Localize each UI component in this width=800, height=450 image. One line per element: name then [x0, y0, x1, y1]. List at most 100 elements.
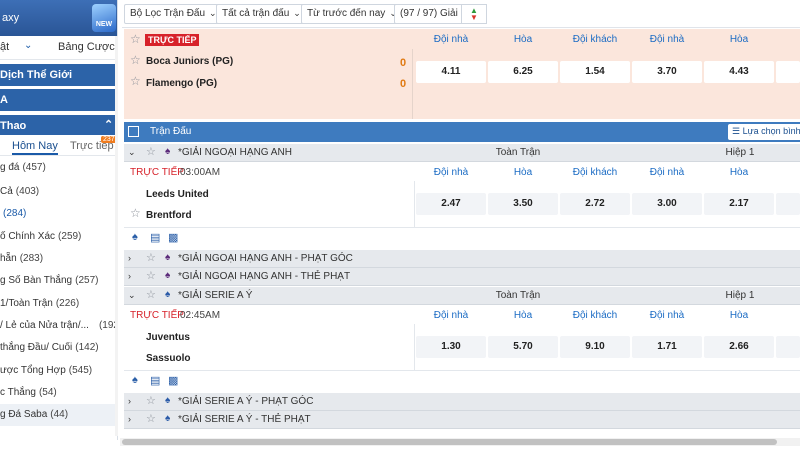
jersey-icon[interactable]: ♠: [132, 231, 138, 243]
jersey-icon[interactable]: ♠: [132, 374, 138, 386]
star-icon[interactable]: ☆: [146, 394, 156, 407]
col-group-fulltime: Toàn Trận: [495, 290, 541, 301]
horizontal-scrollbar[interactable]: [120, 438, 800, 446]
star-icon[interactable]: ☆: [146, 251, 156, 264]
home-team-name[interactable]: Juventus: [146, 332, 190, 343]
home-team-name[interactable]: Boca Juniors (PG): [146, 56, 233, 67]
tab-today[interactable]: Hôm Nay: [12, 140, 58, 155]
sidebar-section-sports[interactable]: Thao ⌃: [0, 115, 117, 135]
odds-button[interactable]: 5.70: [488, 336, 558, 358]
league-header[interactable]: › ☆ ♠ *GIẢI SERIE A Ý - THẺ PHẠT: [124, 411, 800, 429]
sidebar-item-half-odd-even[interactable]: / Lẻ của Nửa trận/...(192): [0, 315, 117, 337]
odds-button-partial[interactable]: [776, 61, 800, 83]
odds-button[interactable]: 6.25: [488, 61, 558, 83]
sidebar-banner[interactable]: axy NEW: [0, 0, 117, 36]
odds-button[interactable]: 2.66: [704, 336, 774, 358]
sidebar-item-outright[interactable]: c Thắng (54): [0, 382, 117, 404]
odds-button[interactable]: 2.47: [416, 193, 486, 215]
chevron-right-icon[interactable]: ›: [128, 414, 131, 424]
stats-table-icon[interactable]: ▤: [150, 231, 160, 244]
star-icon[interactable]: ☆: [130, 53, 141, 67]
sort-order-dropdown[interactable]: Từ trước đến nay⌄: [301, 4, 403, 24]
odds-button-partial[interactable]: [776, 336, 800, 358]
odds-button[interactable]: 3.50: [488, 193, 558, 215]
odds-button-partial[interactable]: [776, 193, 800, 215]
star-icon[interactable]: ☆: [130, 74, 141, 88]
odds-button[interactable]: 2.17: [704, 193, 774, 215]
select-all-checkbox[interactable]: [128, 126, 139, 137]
sidebar-item-first-last-goal[interactable]: thắng Đầu/ Cuối (142): [0, 337, 117, 359]
bar-chart-icon[interactable]: ▩: [168, 374, 178, 387]
chevron-right-icon[interactable]: ›: [128, 271, 131, 281]
tab-bet-list[interactable]: Bảng Cược: [58, 41, 115, 53]
sidebar-section-world[interactable]: Dịch Thể Giới: [0, 64, 117, 86]
odds-button[interactable]: 3.70: [632, 61, 702, 83]
sidebar-item-count: (545): [68, 365, 93, 376]
chevron-right-icon[interactable]: ›: [128, 396, 131, 406]
sidebar-section-a[interactable]: A: [0, 89, 117, 111]
sidebar-item-label: g đá: [0, 162, 20, 173]
chevron-down-icon[interactable]: ⌄: [128, 290, 136, 301]
sidebar-item-correct-score[interactable]: ố Chính Xác (259): [0, 226, 117, 248]
league-logo-icon: ♠: [165, 413, 171, 424]
odds-button[interactable]: 4.43: [704, 61, 774, 83]
chevron-down-icon[interactable]: ⌄: [128, 147, 136, 158]
home-team-name[interactable]: Leeds United: [146, 189, 209, 200]
league-header[interactable]: › ☆ ♠ *GIẢI NGOẠI HẠNG ANH - PHẠT GÓC: [124, 250, 800, 268]
odds-button[interactable]: 1.30: [416, 336, 486, 358]
league-header[interactable]: ⌄ ☆ ♠ *GIẢI SERIE A Ý Toàn Trận Hiệp 1: [124, 287, 800, 305]
star-icon[interactable]: ☆: [130, 32, 141, 46]
odds-button[interactable]: 4.11: [416, 61, 486, 83]
odds-button[interactable]: 2.72: [560, 193, 630, 215]
league-count-button[interactable]: (97 / 97) Giải: [394, 4, 464, 24]
away-team-name[interactable]: Sassuolo: [146, 353, 190, 364]
sidebar-item-saba[interactable]: g Đá Saba (44): [0, 404, 117, 426]
sidebar-item-football[interactable]: g đá (457): [0, 157, 117, 179]
divider: [414, 324, 415, 370]
star-icon[interactable]: ☆: [146, 412, 156, 425]
filter-bar: Bộ Lọc Trận Đấu ⌄ Tất cả trận đấu ⌄ Từ trư…: [122, 0, 800, 28]
all-matches-dropdown[interactable]: Tất cả trận đấu ⌄: [216, 4, 307, 24]
sidebar-scrollbar[interactable]: [115, 36, 118, 436]
league-header[interactable]: › ☆ ♠ *GIẢI NGOẠI HẠNG ANH - THẺ PHẠT: [124, 268, 800, 286]
star-icon[interactable]: ☆: [146, 269, 156, 282]
sidebar-item-selected[interactable]: (284): [0, 203, 117, 225]
sidebar-item-all[interactable]: Cả (403): [0, 181, 117, 203]
sidebar-item-odd-even[interactable]: hẵn (283): [0, 248, 117, 270]
odds-button[interactable]: 9.10: [560, 336, 630, 358]
league-name: *GIẢI NGOẠI HẠNG ANH: [178, 147, 292, 158]
chevron-down-icon[interactable]: ⌄: [24, 40, 32, 51]
col-group-half1: Hiệp 1: [725, 290, 755, 301]
chevron-right-icon[interactable]: ›: [128, 253, 131, 263]
pick-label: Lựa chọn bình: [742, 126, 800, 136]
league-header[interactable]: ⌄ ☆ ♠ *GIẢI NGOẠI HẠNG ANH Toàn Trận Hiệ…: [124, 144, 800, 162]
away-team-name[interactable]: Flamengo (PG): [146, 78, 217, 89]
pick-button[interactable]: ☰ Lựa chọn bình: [728, 124, 800, 140]
sidebar-item-total-goals[interactable]: g Số Bàn Thắng (257): [0, 270, 117, 292]
away-team-name[interactable]: Brentford: [146, 210, 192, 221]
odds-button[interactable]: 3.00: [632, 193, 702, 215]
new-badge-icon: NEW: [92, 4, 116, 32]
star-icon[interactable]: ☆: [146, 145, 156, 158]
arrow-down-icon: ▼: [470, 13, 478, 22]
star-icon[interactable]: ☆: [146, 288, 156, 301]
chevron-up-icon[interactable]: ⌃: [104, 118, 113, 131]
league-header[interactable]: › ☆ ♠ *GIẢI SERIE A Ý - PHẠT GÓC: [124, 393, 800, 411]
tab-sports[interactable]: ật: [0, 41, 9, 53]
divider: [412, 49, 413, 119]
match-filter-dropdown[interactable]: Bộ Lọc Trận Đấu ⌄: [124, 4, 223, 24]
sidebar-item-mix-parlay[interactable]: ược Tổng Hợp (545): [0, 360, 117, 382]
star-icon[interactable]: ☆: [130, 206, 141, 220]
stats-table-icon[interactable]: ▤: [150, 374, 160, 387]
sidebar-item-label: Cả: [0, 186, 13, 197]
sidebar-item-ht-ft[interactable]: 1/Toàn Trận (226): [0, 293, 117, 315]
sort-odds-button[interactable]: ▲ ▼: [461, 4, 487, 24]
bar-chart-icon[interactable]: ▩: [168, 231, 178, 244]
odds-button[interactable]: 1.71: [632, 336, 702, 358]
match-tools: ♠ ▤ ▩: [124, 370, 800, 390]
odds-button[interactable]: 1.54: [560, 61, 630, 83]
match-block: TRỰC TIẾP 03:00AM Đội nhà Hòa Đội khách …: [124, 163, 800, 249]
section-label: A: [0, 94, 8, 106]
scrollbar-thumb[interactable]: [122, 439, 777, 445]
league-logo-icon: ♠: [165, 146, 171, 157]
